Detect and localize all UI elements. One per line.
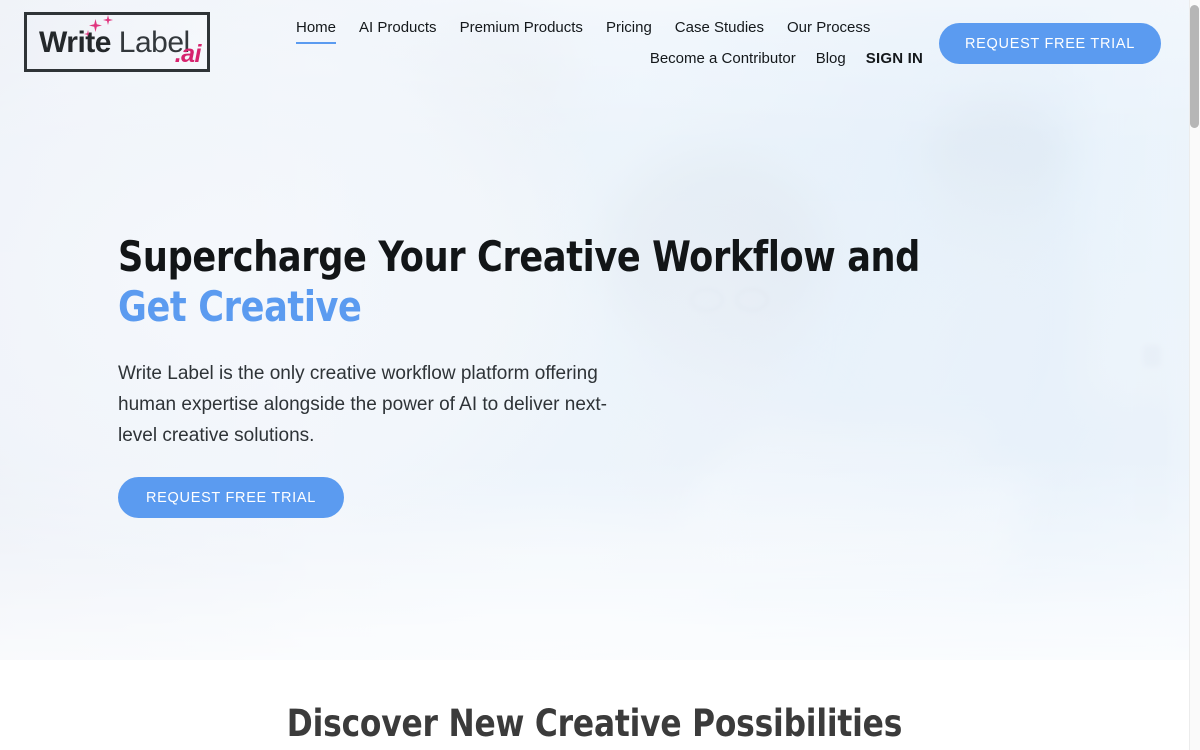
nav-item-our-process[interactable]: Our Process xyxy=(787,18,870,38)
nav-item-sign-in[interactable]: SIGN IN xyxy=(866,49,923,69)
hero-headline-line2: Get Creative xyxy=(118,282,362,331)
nav-item-premium-products[interactable]: Premium Products xyxy=(460,18,583,38)
logo[interactable]: Write Label .ai xyxy=(24,12,210,72)
nav-item-ai-products[interactable]: AI Products xyxy=(359,18,437,38)
header-request-free-trial-button[interactable]: REQUEST FREE TRIAL xyxy=(939,23,1161,64)
nav-item-pricing[interactable]: Pricing xyxy=(606,18,652,38)
hero-request-free-trial-button[interactable]: REQUEST FREE TRIAL xyxy=(118,477,344,518)
sparkle-icon xyxy=(103,15,113,25)
browser-viewport: Supercharge Your Creative Workflow and G… xyxy=(0,0,1200,750)
discover-section-title: Discover New Creative Possibilities xyxy=(286,702,903,745)
hero-content: Supercharge Your Creative Workflow and G… xyxy=(118,232,920,518)
discover-section: Discover New Creative Possibilities xyxy=(0,660,1189,750)
hero-headline: Supercharge Your Creative Workflow and G… xyxy=(118,232,920,332)
logo-ai-text: .ai xyxy=(174,40,202,68)
hero-section: Supercharge Your Creative Workflow and G… xyxy=(0,0,1189,660)
nav-item-case-studies[interactable]: Case Studies xyxy=(675,18,764,38)
logo-write-text: Write xyxy=(39,26,111,59)
nav-item-home[interactable]: Home xyxy=(296,18,337,44)
secondary-navigation: Become a Contributor Blog SIGN IN xyxy=(650,49,923,69)
hero-headline-line1: Supercharge Your Creative Workflow and xyxy=(118,232,920,281)
logo-wordmark: Write Label xyxy=(39,26,190,60)
nav-item-blog[interactable]: Blog xyxy=(816,49,846,69)
site-header: Write Label .ai Home AI Products Premium… xyxy=(0,0,1189,86)
page-scrollbar-thumb[interactable] xyxy=(1190,5,1199,128)
primary-navigation: Home AI Products Premium Products Pricin… xyxy=(296,18,870,44)
nav-item-become-a-contributor[interactable]: Become a Contributor xyxy=(650,49,796,69)
page-scrollbar-track[interactable] xyxy=(1189,0,1200,750)
hero-subtitle: Write Label is the only creative workflo… xyxy=(118,363,608,446)
